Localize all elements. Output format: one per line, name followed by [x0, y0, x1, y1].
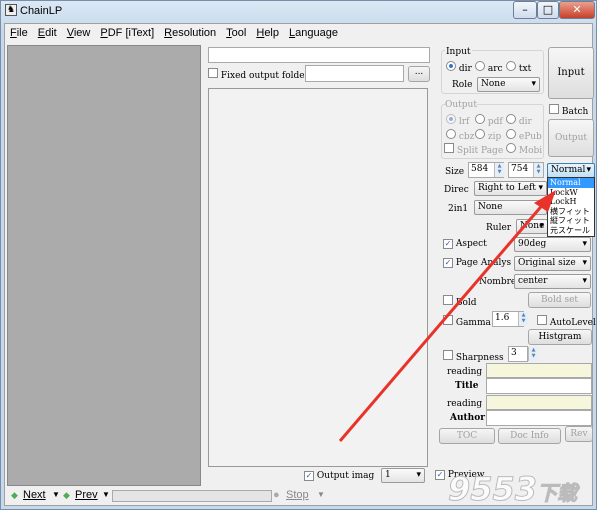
- arrow-shaft: [338, 201, 547, 442]
- annotation-arrow: [338, 190, 556, 442]
